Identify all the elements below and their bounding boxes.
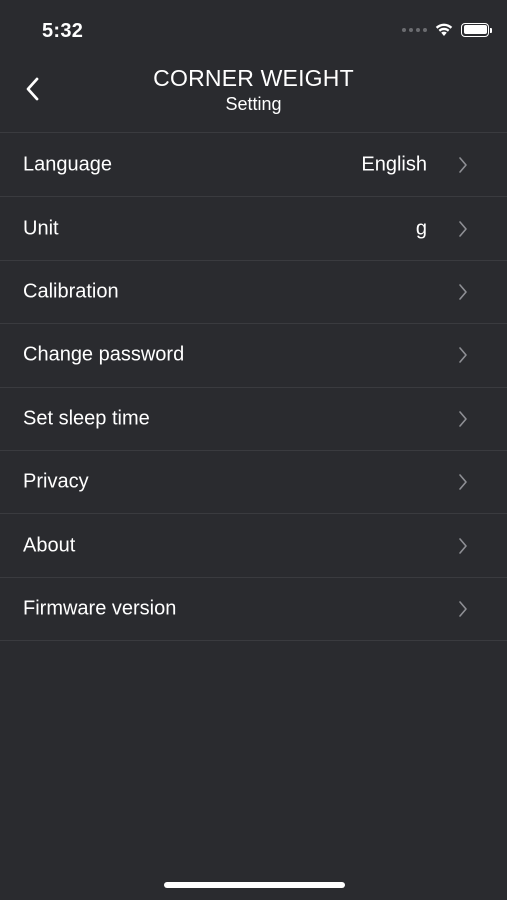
settings-row-privacy[interactable]: Privacy bbox=[0, 451, 507, 515]
chevron-right-icon bbox=[457, 472, 469, 492]
home-indicator[interactable] bbox=[164, 882, 345, 888]
chevron-right-icon bbox=[457, 345, 469, 365]
navigation-bar: CORNER WEIGHT Setting bbox=[0, 60, 507, 133]
settings-list: Language English Unit g Calibration Chan… bbox=[0, 134, 507, 642]
settings-row-change-password[interactable]: Change password bbox=[0, 324, 507, 388]
row-label: Firmware version bbox=[23, 597, 177, 620]
status-icons bbox=[402, 22, 492, 37]
row-label: About bbox=[23, 534, 76, 557]
chevron-right-icon bbox=[457, 409, 469, 429]
chevron-right-icon bbox=[457, 219, 469, 239]
settings-row-unit[interactable]: Unit g bbox=[0, 197, 507, 261]
settings-row-language[interactable]: Language English bbox=[0, 134, 507, 198]
row-label: Calibration bbox=[23, 280, 119, 303]
chevron-right-icon bbox=[457, 282, 469, 302]
settings-row-firmware-version[interactable]: Firmware version bbox=[0, 578, 507, 642]
status-time: 5:32 bbox=[42, 20, 84, 42]
row-label: Privacy bbox=[23, 470, 89, 493]
signal-icon bbox=[402, 27, 427, 32]
settings-row-calibration[interactable]: Calibration bbox=[0, 261, 507, 325]
settings-row-sleep-time[interactable]: Set sleep time bbox=[0, 388, 507, 451]
row-label: Set sleep time bbox=[23, 407, 150, 430]
row-label: Language bbox=[23, 153, 112, 176]
row-label: Change password bbox=[23, 343, 185, 366]
row-label: Unit bbox=[23, 217, 59, 240]
battery-icon bbox=[461, 22, 492, 37]
page-title: CORNER WEIGHT bbox=[153, 65, 354, 91]
page-subtitle: Setting bbox=[225, 94, 282, 114]
row-value: g bbox=[415, 217, 427, 240]
settings-row-about[interactable]: About bbox=[0, 514, 507, 578]
wifi-icon bbox=[435, 23, 453, 36]
status-bar: 5:32 bbox=[0, 0, 507, 60]
battery-level bbox=[463, 25, 487, 34]
chevron-right-icon bbox=[457, 599, 469, 619]
row-value: English bbox=[361, 153, 427, 176]
chevron-right-icon bbox=[457, 155, 469, 175]
chevron-right-icon bbox=[457, 536, 469, 556]
